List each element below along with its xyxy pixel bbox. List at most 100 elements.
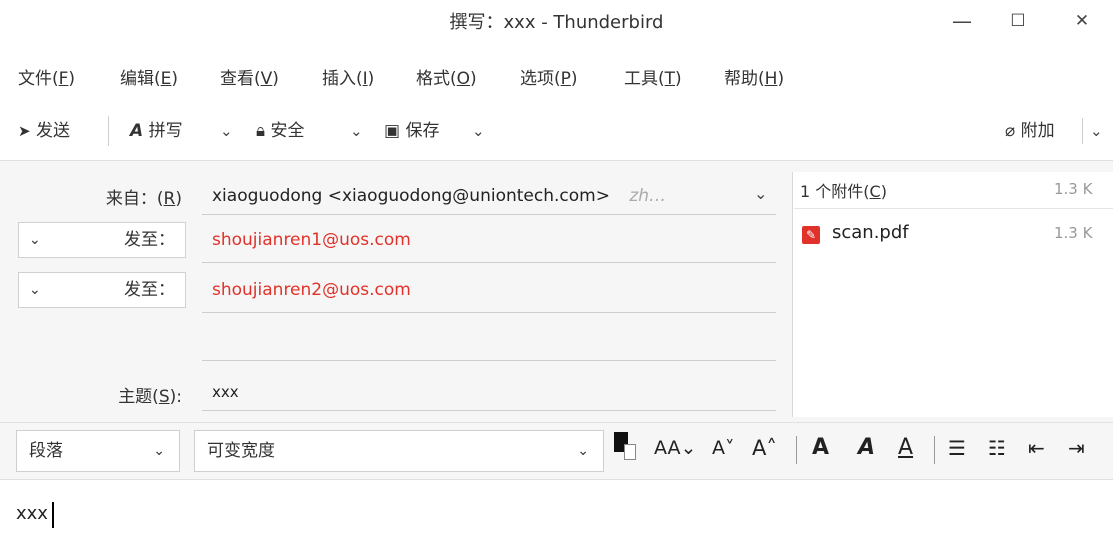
- chevron-down-icon: ⌄: [153, 443, 165, 459]
- font-family-value: 可变宽度: [207, 441, 275, 461]
- security-label: 安全: [270, 121, 305, 141]
- subject-accesskey: S: [158, 387, 170, 407]
- menu-accesskey: F: [58, 69, 69, 89]
- chevron-down-icon: ⌄: [1090, 122, 1103, 140]
- attachment-divider: [794, 208, 1113, 209]
- attachment-count-label-end: ): [880, 182, 887, 201]
- menu-accesskey: T: [664, 69, 676, 89]
- attach-label: 附加: [1020, 121, 1055, 141]
- indent-icon: ⇥: [1068, 436, 1085, 460]
- send-icon: ➤: [18, 122, 31, 140]
- menu-label: 帮助: [724, 69, 758, 89]
- field-divider: [202, 360, 776, 361]
- pdf-file-icon: ✎: [802, 226, 820, 244]
- increase-font-size-icon: A˄: [752, 436, 777, 460]
- attachment-count[interactable]: 1 个附件(C): [800, 178, 887, 202]
- italic-icon: A: [858, 435, 876, 460]
- security-dropdown[interactable]: ⌄: [350, 118, 363, 144]
- close-button[interactable]: ✕: [1062, 6, 1102, 36]
- maximize-button[interactable]: ☐: [998, 6, 1038, 36]
- attach-button[interactable]: ⌀ 附加: [1005, 118, 1055, 144]
- message-body-text: xxx: [16, 503, 48, 524]
- bold-icon: A: [812, 435, 830, 460]
- minimize-button[interactable]: —: [942, 6, 982, 36]
- recipient-input[interactable]: shoujianren1@uos.com: [212, 222, 772, 258]
- attachment-accesskey: C: [869, 182, 881, 201]
- bullet-list-icon: ☰: [948, 436, 966, 460]
- menu-accesskey: V: [260, 69, 273, 89]
- chevron-down-icon: ⌄: [220, 122, 233, 140]
- indent-button[interactable]: ⇥: [1068, 432, 1085, 464]
- underline-button[interactable]: A: [898, 432, 913, 464]
- background-color-button[interactable]: [624, 444, 636, 460]
- menu-accesskey: O: [456, 69, 471, 89]
- attachment-size: 1.3 K: [1054, 224, 1093, 242]
- increase-font-size-button[interactable]: A˄: [752, 432, 777, 464]
- title-bar: 撰写：xxx - Thunderbird — ☐ ✕: [0, 0, 1113, 44]
- field-divider: [202, 410, 776, 411]
- from-identity-extra: zh…: [629, 186, 667, 206]
- message-body-editor[interactable]: [0, 479, 1113, 535]
- from-label: 来自：(R): [105, 189, 182, 209]
- font-size-dropdown[interactable]: AA⌄: [654, 432, 696, 464]
- decrease-font-size-icon: A˅: [712, 437, 735, 459]
- chevron-down-icon: ⌄: [577, 443, 589, 459]
- menu-insert[interactable]: 插入(I): [322, 64, 374, 89]
- menu-label: 插入: [322, 69, 356, 89]
- send-button[interactable]: ➤ 发送: [18, 118, 70, 144]
- subject-input[interactable]: xxx: [212, 374, 772, 410]
- save-button[interactable]: ▣ 保存: [384, 118, 439, 144]
- security-button[interactable]: 🔒︎ 安全: [256, 118, 304, 144]
- chevron-down-icon: ⌄: [29, 282, 41, 298]
- numbered-list-button[interactable]: ☷: [988, 432, 1006, 464]
- menu-label: 工具: [624, 69, 658, 89]
- recipient-type-select[interactable]: ⌄ 发至：: [18, 222, 186, 258]
- spell-dropdown[interactable]: ⌄: [220, 118, 233, 144]
- from-dropdown[interactable]: ⌄: [754, 184, 767, 203]
- empty-recipient-input[interactable]: [212, 318, 772, 358]
- menu-view[interactable]: 查看(V): [220, 64, 279, 89]
- bold-button[interactable]: A: [812, 432, 829, 464]
- menu-label: 格式: [416, 69, 450, 89]
- field-divider: [202, 262, 776, 263]
- menu-edit[interactable]: 编辑(E): [120, 64, 178, 89]
- send-label: 发送: [35, 121, 70, 141]
- menu-help[interactable]: 帮助(H): [724, 64, 784, 89]
- paragraph-format-select[interactable]: 段落 ⌄: [16, 430, 180, 472]
- bullet-list-button[interactable]: ☰: [948, 432, 966, 464]
- menu-label: 选项: [520, 69, 554, 89]
- menu-options[interactable]: 选项(P): [520, 64, 578, 89]
- menu-label: 查看: [220, 69, 254, 89]
- save-label: 保存: [405, 121, 440, 141]
- decrease-font-size-button[interactable]: A˅: [712, 432, 735, 464]
- spellcheck-icon: A: [130, 121, 144, 141]
- italic-button[interactable]: A: [858, 432, 875, 464]
- subject-label-end: ):: [169, 387, 182, 407]
- recipient-type-label: 发至：: [124, 280, 175, 300]
- field-divider: [202, 312, 776, 313]
- toolbar-separator: [108, 116, 109, 146]
- underline-icon: A: [898, 435, 914, 460]
- menu-format[interactable]: 格式(O): [416, 64, 477, 89]
- recipient-type-label: 发至：: [124, 230, 175, 250]
- attachment-name: scan.pdf: [832, 222, 909, 243]
- recipient-input[interactable]: shoujianren2@uos.com: [212, 272, 772, 308]
- spell-button[interactable]: A 拼写: [130, 118, 183, 144]
- format-separator: [796, 436, 797, 464]
- from-select[interactable]: xiaoguodong <xiaoguodong@uniontech.com> …: [212, 178, 772, 214]
- menu-tools[interactable]: 工具(T): [624, 64, 682, 89]
- attachment-item[interactable]: ✎ scan.pdf 1.3 K: [800, 222, 1100, 252]
- chevron-down-icon: ⌄: [29, 232, 41, 248]
- attach-dropdown[interactable]: ⌄: [1090, 118, 1103, 144]
- save-dropdown[interactable]: ⌄: [472, 118, 485, 144]
- attachment-total-size: 1.3 K: [1054, 180, 1093, 198]
- menu-file[interactable]: 文件(F): [18, 64, 75, 89]
- paragraph-format-value: 段落: [29, 441, 63, 461]
- outdent-button[interactable]: ⇤: [1028, 432, 1045, 464]
- font-family-select[interactable]: 可变宽度 ⌄: [194, 430, 604, 472]
- field-divider: [202, 214, 776, 215]
- menu-label: 文件: [18, 69, 52, 89]
- toolbar-separator: [1082, 118, 1083, 144]
- menu-accesskey: E: [160, 69, 172, 89]
- recipient-type-select[interactable]: ⌄ 发至：: [18, 272, 186, 308]
